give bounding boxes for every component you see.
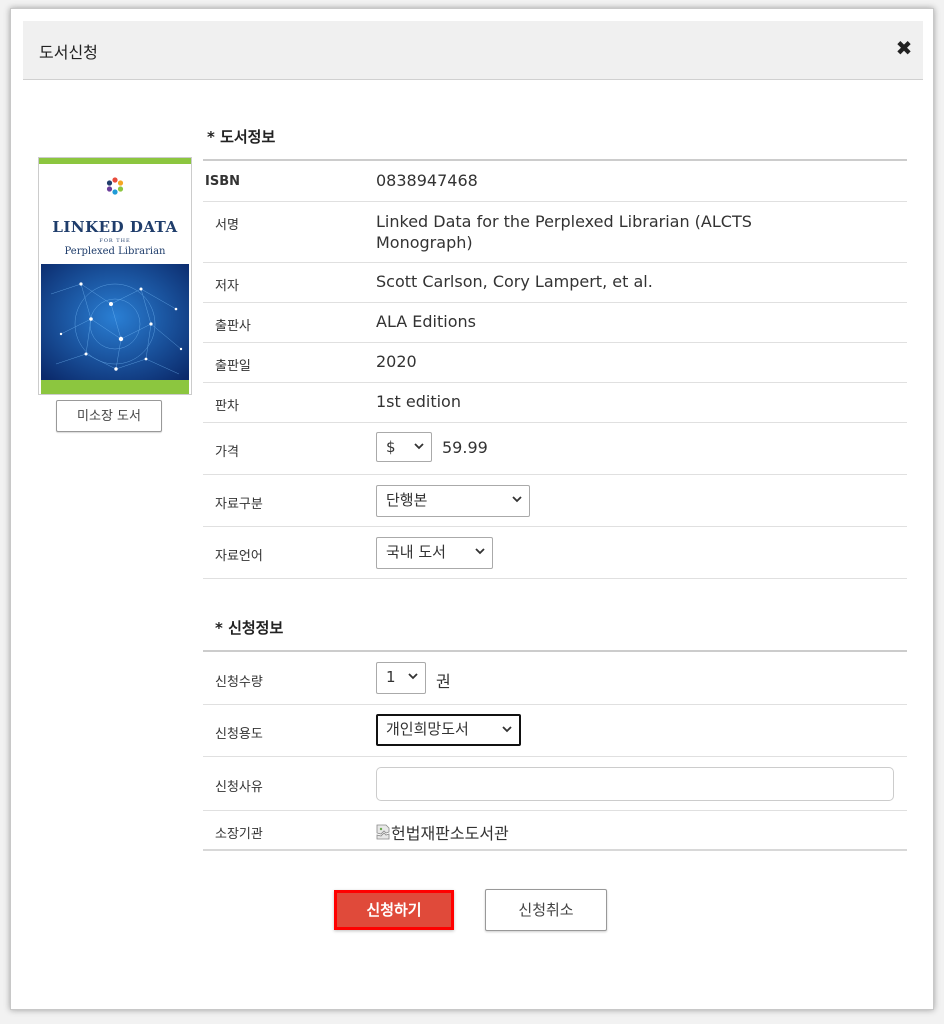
language-value: 국내 도서 [386,543,446,561]
modal-header: 도서신청 ✖ [23,21,923,80]
holding-library-alt-text: 헌법재판소도서관 [391,824,509,843]
row-divider [203,526,907,527]
book-info-title: * 도서정보 [207,128,276,146]
author-label: 저자 [215,279,239,294]
row-divider [203,849,907,851]
publisher-label: 출판사 [215,319,251,334]
edition-label: 판차 [215,399,239,414]
language-label: 자료언어 [215,549,263,564]
title-value-line2: Monograph) [376,233,473,252]
holding-label: 소장기관 [215,827,263,842]
submit-request-button[interactable]: 신청하기 [334,890,454,930]
row-divider [203,262,907,263]
cover-network-art [41,264,189,382]
modal-title: 도서신청 [39,43,98,62]
quantity-label: 신청수량 [215,675,263,690]
row-divider [203,578,907,579]
reason-label: 신청사유 [215,780,263,795]
request-info-title: * 신청정보 [215,619,284,637]
cover-title: LINKED DATA [52,218,178,236]
row-divider [203,704,907,705]
chevron-down-icon [512,496,522,503]
isbn-label: ISBN [205,174,240,189]
row-divider [203,810,907,811]
cover-top-band [39,158,191,164]
currency-value: $ [386,438,396,456]
not-owned-button[interactable]: 미소장 도서 [56,400,162,432]
book-cover-image: LINKED DATA FOR THE Perplexed Librarian [38,157,192,395]
edition-value: 1st edition [376,392,461,411]
book-info-rule [203,159,907,161]
cover-subtitle: Perplexed Librarian [64,246,166,257]
chevron-down-icon [408,673,418,680]
material-type-select[interactable]: 단행본 [376,485,530,517]
title-label: 서명 [215,218,239,233]
row-divider [203,302,907,303]
cover-logo-icon [106,177,124,195]
cover-bottom-band [41,380,189,394]
pub-date-value: 2020 [376,352,417,371]
title-value-line1: Linked Data for the Perplexed Librarian … [376,212,752,231]
row-divider [203,382,907,383]
holding-library-image: 헌법재판소도서관 [376,820,509,844]
language-select[interactable]: 국내 도서 [376,537,493,569]
price-value: 59.99 [442,438,488,457]
row-divider [203,474,907,475]
quantity-value: 1 [386,668,396,686]
author-value: Scott Carlson, Cory Lampert, et al. [376,272,653,291]
pub-date-label: 출판일 [215,359,251,374]
material-type-label: 자료구분 [215,497,263,512]
purpose-select[interactable]: 개인희망도서 [376,714,521,746]
publisher-value: ALA Editions [376,312,476,331]
reason-input[interactable] [376,767,894,801]
isbn-value: 0838947468 [376,171,478,190]
material-type-value: 단행본 [386,491,428,509]
row-divider [203,756,907,757]
row-divider [203,342,907,343]
quantity-unit: 권 [436,672,451,691]
quantity-select[interactable]: 1 [376,662,426,694]
chevron-down-icon [502,726,512,733]
broken-image-icon [376,824,390,840]
cover-for-the: FOR THE [99,238,131,244]
close-icon[interactable]: ✖ [893,37,915,59]
purpose-label: 신청용도 [215,727,263,742]
cancel-request-button[interactable]: 신청취소 [485,889,607,931]
price-label: 가격 [215,445,239,460]
request-info-rule [203,650,907,652]
chevron-down-icon [475,548,485,555]
purpose-value: 개인희망도서 [386,720,469,738]
row-divider [203,422,907,423]
row-divider [203,201,907,202]
currency-select[interactable]: $ [376,432,432,462]
chevron-down-icon [414,443,424,450]
